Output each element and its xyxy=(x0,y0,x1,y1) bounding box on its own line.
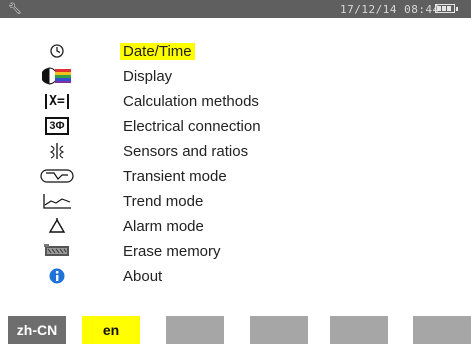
function-key-bar: zh-CN en xyxy=(0,316,471,360)
menu-item-label: Electrical connection xyxy=(123,118,261,135)
menu-item-transient-mode[interactable]: Transient mode xyxy=(38,165,338,187)
trend-icon xyxy=(38,190,76,212)
function-key-5[interactable] xyxy=(330,316,388,344)
connection-icon: 3Φ xyxy=(38,115,76,137)
menu-item-alarm-mode[interactable]: Alarm mode xyxy=(38,215,338,237)
menu-item-calculation-methods[interactable]: X= Calculation methods xyxy=(38,90,338,112)
tab-language-en[interactable]: en xyxy=(82,316,140,344)
tools-icon: 🔧︎ xyxy=(8,2,22,15)
menu-item-sensors-and-ratios[interactable]: Sensors and ratios xyxy=(38,140,338,162)
menu-item-erase-memory[interactable]: Erase memory xyxy=(38,240,338,262)
transient-icon xyxy=(38,165,76,187)
status-bar: 🔧︎ 17/12/14 08:44 xyxy=(0,0,471,18)
calculation-icon: X= xyxy=(38,90,76,112)
menu-item-label: Alarm mode xyxy=(123,218,204,235)
menu-item-label: Calculation methods xyxy=(123,93,259,110)
menu-item-trend-mode[interactable]: Trend mode xyxy=(38,190,338,212)
function-key-6[interactable] xyxy=(413,316,471,344)
menu-item-label: Date/Time xyxy=(120,43,195,60)
function-key-4[interactable] xyxy=(250,316,308,344)
menu-item-about[interactable]: About xyxy=(38,265,338,287)
menu-item-label: Display xyxy=(123,68,173,85)
clock-icon xyxy=(38,40,76,62)
sensor-icon xyxy=(38,140,76,162)
info-icon xyxy=(38,265,76,287)
menu-item-label: About xyxy=(123,268,163,285)
erase-icon xyxy=(38,240,76,262)
tab-language-zh-cn[interactable]: zh-CN xyxy=(8,316,66,344)
display-icon xyxy=(38,65,76,87)
battery-icon xyxy=(435,4,458,13)
function-key-3[interactable] xyxy=(166,316,224,344)
menu-item-label: Erase memory xyxy=(123,243,221,260)
menu-item-display[interactable]: Display xyxy=(38,65,338,87)
menu-item-label: Transient mode xyxy=(123,168,227,185)
menu-item-electrical-connection[interactable]: 3Φ Electrical connection xyxy=(38,115,338,137)
menu-item-label: Trend mode xyxy=(123,193,204,210)
alarm-icon xyxy=(38,215,76,237)
menu-item-label: Sensors and ratios xyxy=(123,143,249,160)
status-datetime: 17/12/14 08:44 xyxy=(340,3,440,16)
menu-item-date-time[interactable]: Date/Time xyxy=(38,40,338,62)
